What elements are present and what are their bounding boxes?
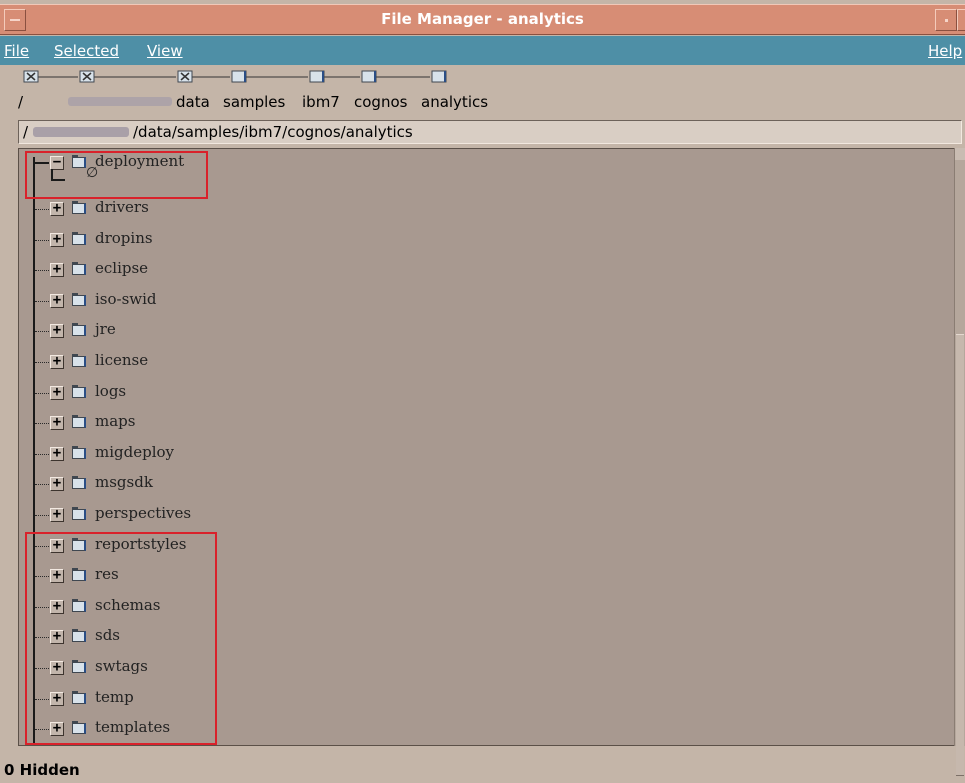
title-bar: File Manager - analytics (0, 4, 965, 35)
tree-row-migdeploy[interactable]: + migdeploy (19, 440, 619, 470)
breadcrumb-root[interactable]: / (18, 93, 23, 111)
tree-connector (35, 453, 49, 455)
tree-row-jre[interactable]: + jre (19, 317, 619, 347)
expand-button[interactable]: + (50, 262, 64, 278)
folder-label: perspectives (95, 504, 192, 522)
folder-label: drivers (95, 198, 149, 216)
folder-label: iso-swid (95, 289, 157, 308)
folder-label: eclipse (95, 259, 149, 278)
tree-row-logs[interactable]: + logs (19, 379, 619, 409)
folder-icon (72, 354, 86, 367)
tree-connector (35, 484, 49, 486)
folder-label: jre (95, 320, 116, 339)
tree-row-msgsdk[interactable]: + msgsdk (19, 470, 619, 500)
path-field-root: / (23, 123, 29, 141)
tree-connector (35, 270, 49, 272)
folder-icon (72, 476, 86, 490)
folder-icon (72, 292, 86, 306)
tree-row-perspectives[interactable]: + perspectives (19, 501, 619, 531)
tree-connector (35, 209, 49, 210)
tree-row-dropins[interactable]: + dropins (19, 226, 619, 256)
folder-label: logs (95, 381, 127, 400)
folder-icon (72, 262, 86, 276)
path-icon-strip (0, 66, 965, 88)
expand-button[interactable]: + (50, 415, 64, 431)
expand-button[interactable]: + (50, 293, 64, 308)
folder-icon (72, 507, 86, 520)
folder-icon[interactable] (309, 70, 325, 83)
highlight-box (25, 532, 217, 745)
tree-connector (35, 515, 49, 516)
menu-help[interactable]: Help (928, 42, 962, 60)
folder-icon[interactable] (231, 70, 247, 83)
menu-selected[interactable]: Selected (54, 42, 119, 60)
expand-button[interactable]: + (50, 354, 64, 369)
tree-connector (35, 423, 49, 425)
folder-icon (72, 201, 86, 214)
folder-icon[interactable] (361, 70, 377, 83)
status-bar: 0 Hidden (0, 755, 965, 783)
tree-row-iso-swid[interactable]: + iso-swid (19, 287, 619, 317)
breadcrumb-data[interactable]: data (176, 93, 210, 111)
folder-link-icon[interactable] (177, 70, 193, 83)
redacted-username (33, 127, 129, 137)
folder-icon (72, 445, 86, 459)
folder-icon (72, 231, 86, 245)
breadcrumb-cognos[interactable]: cognos (354, 93, 407, 111)
path-field-value: /data/samples/ibm7/cognos/analytics (133, 123, 413, 141)
folder-link-icon[interactable] (79, 70, 95, 83)
menu-bar: File Selected View Help (0, 36, 965, 65)
breadcrumb-analytics[interactable]: analytics (421, 93, 488, 111)
tree-row-drivers[interactable]: + drivers (19, 195, 619, 225)
folder-link-icon[interactable] (23, 70, 39, 83)
window-title: File Manager - analytics (381, 10, 584, 28)
breadcrumb: / data samples ibm7 cognos analytics (0, 90, 965, 116)
expand-button[interactable]: + (50, 323, 64, 339)
folder-label: migdeploy (95, 442, 175, 461)
expand-button[interactable]: + (50, 507, 64, 522)
path-field[interactable]: / /data/samples/ibm7/cognos/analytics (18, 120, 962, 144)
folder-tree[interactable]: − deployment ∅ + drivers + dropins + eclipse +… (18, 148, 954, 746)
tree-row-maps[interactable]: + maps (19, 409, 619, 439)
redacted-username (68, 97, 172, 106)
minimize-button[interactable] (935, 9, 957, 31)
scroll-thumb[interactable] (956, 334, 964, 776)
folder-label: license (95, 351, 149, 369)
menu-view[interactable]: View (147, 42, 183, 60)
scroll-up-button[interactable] (955, 148, 965, 160)
vertical-scrollbar[interactable] (954, 148, 965, 776)
folder-icon (72, 415, 86, 429)
tree-connector (35, 300, 49, 302)
folder-label: dropins (95, 228, 153, 247)
folder-icon[interactable] (431, 70, 447, 83)
tree-connector (35, 331, 49, 333)
highlight-box (25, 151, 208, 199)
tree-connector (35, 392, 49, 394)
folder-label: msgsdk (95, 473, 153, 492)
tree-row-eclipse[interactable]: + eclipse (19, 256, 619, 286)
expand-button[interactable]: + (50, 446, 64, 461)
expand-button[interactable]: + (50, 201, 64, 216)
expand-button[interactable]: + (50, 476, 64, 492)
tree-connector (35, 239, 49, 241)
tree-row-license[interactable]: + license (19, 348, 619, 378)
breadcrumb-ibm7[interactable]: ibm7 (302, 93, 340, 111)
folder-label: maps (95, 412, 136, 431)
folder-icon (72, 384, 86, 398)
breadcrumb-samples[interactable]: samples (223, 93, 285, 111)
expand-button[interactable]: + (50, 232, 64, 247)
menu-file[interactable]: File (4, 42, 29, 60)
folder-icon (72, 323, 86, 337)
tree-connector (35, 362, 49, 363)
expand-button[interactable]: + (50, 385, 64, 400)
maximize-button[interactable] (957, 9, 965, 31)
status-text: 0 Hidden (4, 761, 80, 779)
